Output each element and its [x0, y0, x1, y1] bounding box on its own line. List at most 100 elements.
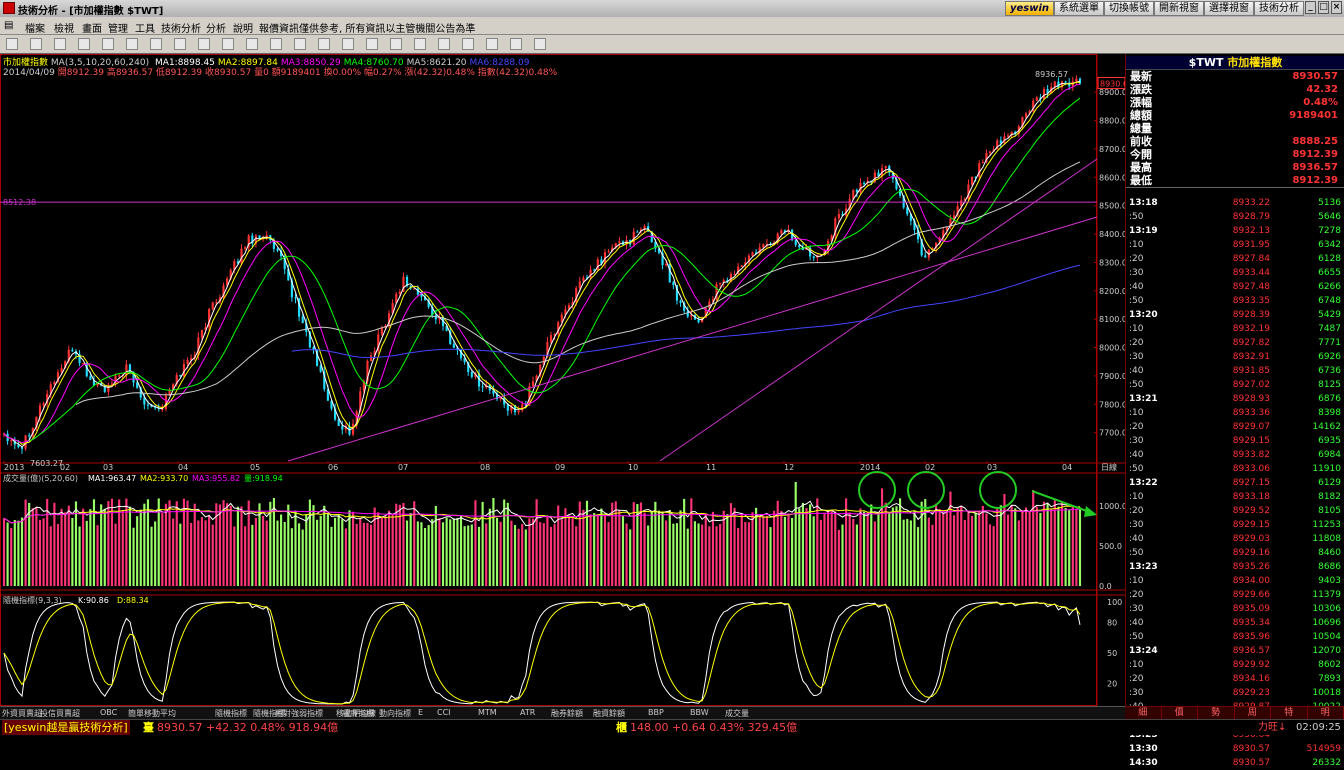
menu-doc-icon[interactable]: ▤ — [4, 20, 13, 31]
window-icon[interactable] — [174, 38, 186, 50]
tick-row: :508933.356748 — [1126, 294, 1344, 308]
quote-tab[interactable]: 明 — [1308, 707, 1344, 719]
volume-bar — [697, 523, 699, 586]
quote-tab[interactable]: 特 — [1271, 707, 1308, 719]
switch-account-button[interactable]: 切換帳號 — [1104, 1, 1154, 16]
menu-screen[interactable]: 畫面 — [82, 20, 102, 35]
parallel-icon[interactable] — [318, 38, 330, 50]
indicator-tab[interactable]: BBW — [690, 708, 709, 717]
indicator-tab[interactable]: OBC — [100, 708, 117, 717]
tick-volume: 8686 — [1318, 560, 1341, 574]
menu-view[interactable]: 檢視 — [54, 20, 74, 35]
menu-file[interactable]: 檔案 — [25, 20, 45, 35]
chart-area[interactable]: 市加權指數 MA(3,5,10,20,60,240) MA1:8898.45MA… — [0, 54, 1125, 706]
quote-divider — [1126, 187, 1344, 188]
line-icon[interactable] — [222, 38, 234, 50]
tick-time: :50 — [1129, 210, 1143, 224]
save-icon[interactable] — [534, 38, 546, 50]
menu-tools[interactable]: 工具 — [135, 20, 155, 35]
time-tick-label: 02 — [925, 463, 935, 472]
cancel-icon[interactable] — [126, 38, 138, 50]
quote-key: 最高 — [1130, 161, 1152, 174]
hand-icon[interactable] — [54, 38, 66, 50]
quote-row: 總額9189401 — [1128, 109, 1341, 122]
crosshair-icon[interactable] — [30, 38, 42, 50]
v-line-icon[interactable] — [294, 38, 306, 50]
close-icon[interactable]: × — [1331, 1, 1342, 14]
rect-icon[interactable] — [390, 38, 402, 50]
volume-bar — [564, 508, 566, 586]
h-line-icon[interactable] — [270, 38, 282, 50]
low-label: 7603.27 — [30, 459, 63, 468]
volume-bar — [323, 506, 325, 586]
indicator-tab[interactable]: CCI — [437, 708, 451, 717]
indicator-tab[interactable]: ATR — [520, 708, 535, 717]
candle-body — [352, 424, 354, 435]
ellipse-icon[interactable] — [414, 38, 426, 50]
indicator-tab[interactable]: 威廉指標 — [342, 708, 374, 719]
quote-tab[interactable]: 細 — [1125, 707, 1162, 719]
candle-body — [719, 283, 721, 284]
volume-bar — [885, 503, 887, 586]
new-window-button[interactable]: 開新視窗 — [1154, 1, 1204, 16]
tick-volume: 11910 — [1312, 462, 1341, 476]
menu-bar: ▤ 檔案 檢視 畫面 管理 工具 技術分析 分析 說明 報價資訊僅供參考, 所有… — [0, 17, 1344, 35]
menu-manage[interactable]: 管理 — [108, 20, 128, 35]
indicator-tab[interactable]: 簡單移動平均 — [128, 708, 176, 719]
quote-tab[interactable]: 價 — [1162, 707, 1199, 719]
indicator-tab[interactable]: 相對強弱指標 — [275, 708, 323, 719]
trend-icon[interactable] — [246, 38, 258, 50]
candle-body — [186, 360, 188, 364]
indicator-tab[interactable]: 融資餘額 — [593, 708, 625, 719]
volume-bar — [586, 501, 588, 586]
quote-key: 總額 — [1130, 109, 1152, 122]
fib-icon[interactable] — [342, 38, 354, 50]
indicator-tab[interactable]: 動向指標 — [379, 708, 411, 719]
volume-bar — [723, 511, 725, 586]
indicator-tab[interactable]: 融券餘額 — [551, 708, 583, 719]
menu-analysis[interactable]: 分析 — [206, 20, 226, 35]
maximize-icon[interactable]: □ — [1318, 1, 1329, 14]
indicator-tab[interactable]: BBP — [648, 708, 664, 717]
indicator-tab[interactable]: 投信買賣超 — [40, 708, 80, 719]
menu-tech-analysis[interactable]: 技術分析 — [161, 20, 201, 35]
indicator-tab[interactable]: 外資買賣超 — [2, 708, 42, 719]
volume-bar — [485, 523, 487, 586]
select-window-button[interactable]: 選擇視窗 — [1204, 1, 1254, 16]
chart-canvas[interactable]: 8900.08800.08700.08600.08500.08400.08300… — [0, 54, 1125, 706]
indicator-tab[interactable]: 隨機指標 — [215, 708, 247, 719]
candle-body — [507, 404, 509, 410]
indicator-tab[interactable]: 成交量 — [725, 708, 749, 719]
compare-icon[interactable] — [102, 38, 114, 50]
alert-stock[interactable]: 力旺↓ — [1258, 720, 1286, 735]
volume-bar — [816, 498, 818, 586]
system-menu-button[interactable]: 系統選單 — [1054, 1, 1104, 16]
menu-help[interactable]: 說明 — [233, 20, 253, 35]
volume-bar — [86, 521, 88, 586]
volume-bar — [931, 525, 933, 586]
volume-bar — [136, 516, 138, 586]
indicator-tab[interactable]: MTM — [478, 708, 497, 717]
quote-tab[interactable]: 周 — [1235, 707, 1272, 719]
text-icon[interactable] — [438, 38, 450, 50]
tech-analysis-button[interactable]: 技術分析 — [1254, 1, 1304, 16]
minimize-icon[interactable]: _ — [1305, 1, 1316, 14]
period-icon[interactable] — [198, 38, 210, 50]
indicator-tab[interactable]: E — [418, 708, 423, 717]
volume-bar — [769, 527, 771, 586]
tick-price: 8934.00 — [1202, 574, 1270, 588]
zoom-icon[interactable] — [78, 38, 90, 50]
volume-bar — [856, 525, 858, 586]
yeswin-logo-button[interactable]: yeswin — [1005, 1, 1054, 16]
channel-icon[interactable] — [366, 38, 378, 50]
volume-bar — [651, 512, 653, 586]
eraser-icon[interactable] — [486, 38, 498, 50]
volume-bar — [1057, 507, 1059, 586]
volume-bar — [1011, 505, 1013, 586]
copy-icon[interactable] — [462, 38, 474, 50]
color-icon[interactable] — [510, 38, 522, 50]
chart-type-icon[interactable] — [150, 38, 162, 50]
quote-tab[interactable]: 勢 — [1198, 707, 1235, 719]
volume-bar — [528, 518, 530, 586]
cursor-icon[interactable] — [6, 38, 18, 50]
